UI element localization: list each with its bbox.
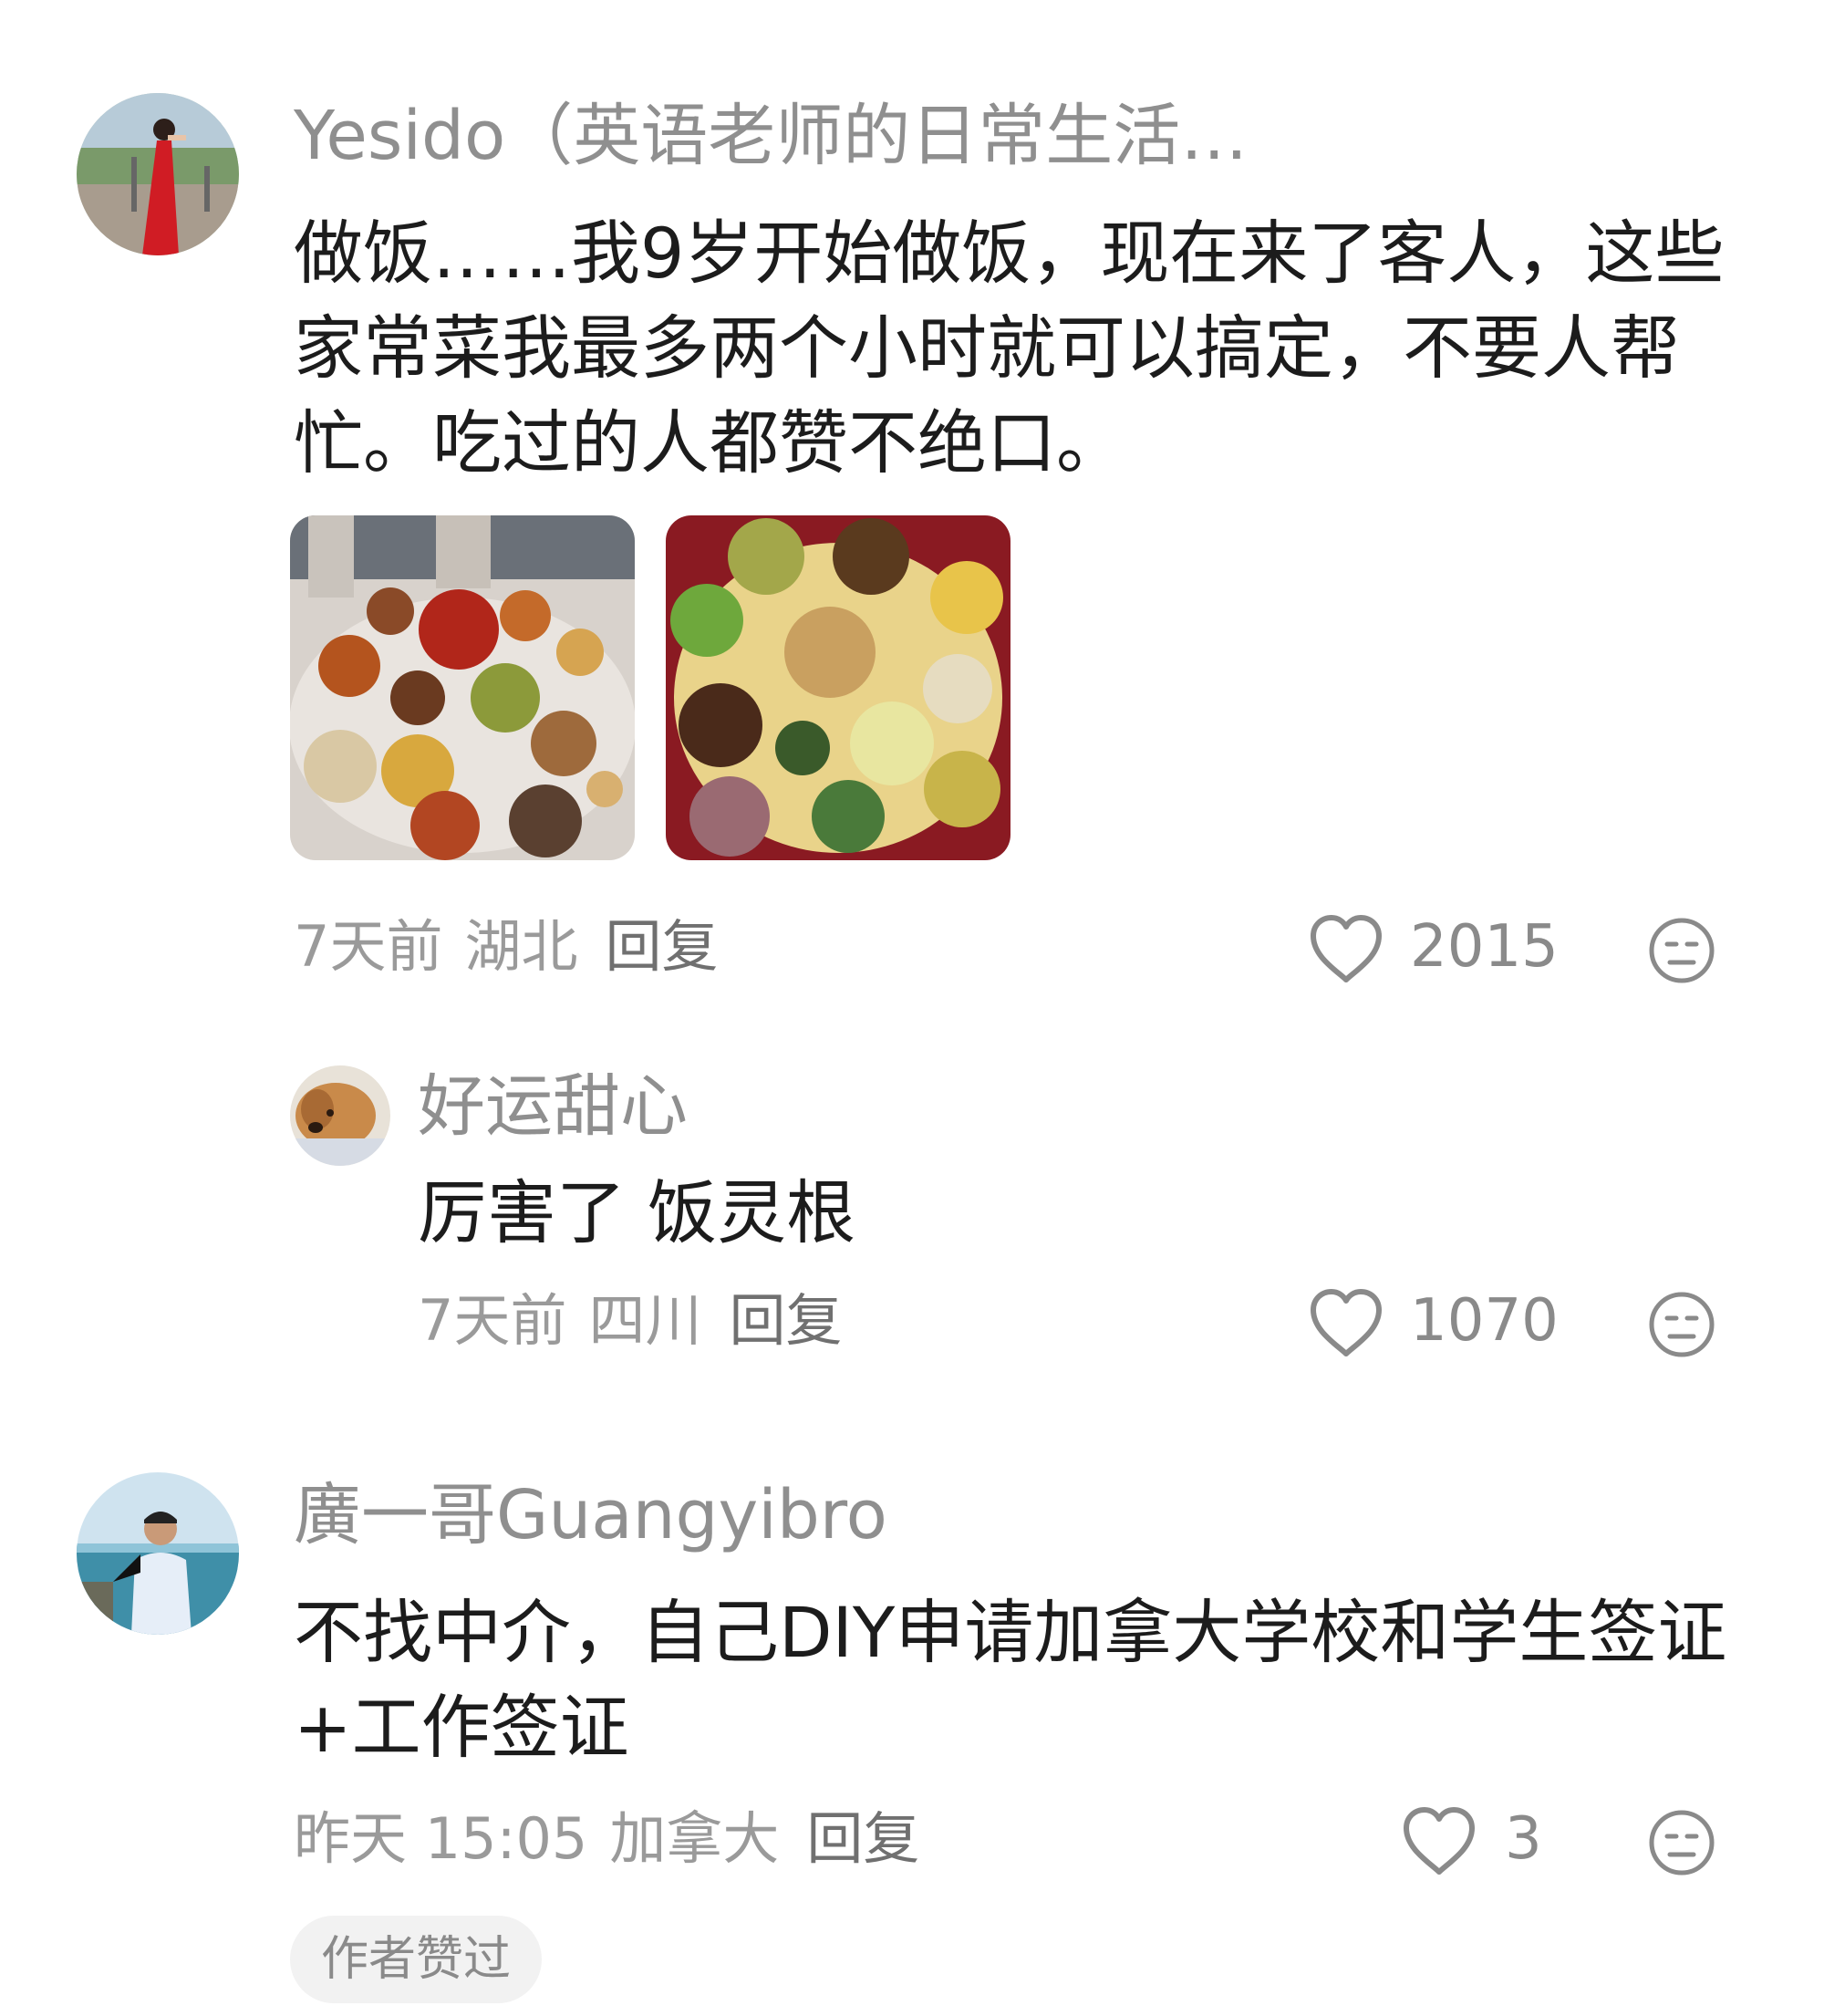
- avatar[interactable]: [77, 1472, 239, 1635]
- comment-time: 昨天 15:05: [294, 1805, 588, 1872]
- reply-meta: 7天前 四川 回复: [418, 1293, 842, 1349]
- reply-author[interactable]: 好运甜心: [418, 1073, 688, 1140]
- avatar[interactable]: [290, 1065, 390, 1166]
- reply-button[interactable]: 回复: [605, 913, 718, 980]
- comment-image-1[interactable]: [290, 515, 635, 860]
- comment-text: 做饭……我9岁开始做饭，现在来了客人，这些家常菜我最多两个小时就可以搞定，不要人…: [294, 213, 1725, 483]
- reply-button[interactable]: 回复: [806, 1805, 919, 1872]
- heart-outline-icon[interactable]: [1308, 1286, 1384, 1359]
- comment-text: 不找中介，自己DIY申请加拿大学校和学生签证+工作签证: [294, 1592, 1727, 1768]
- comment-location: 湖北: [464, 913, 578, 980]
- comment-author[interactable]: Yesido（英语老师的日常生活…: [294, 102, 1248, 170]
- heart-outline-icon[interactable]: [1401, 1804, 1477, 1877]
- comment-image-2[interactable]: [666, 515, 1010, 860]
- heart-outline-icon[interactable]: [1308, 912, 1384, 985]
- reply-location: 四川: [588, 1287, 702, 1354]
- comment-time: 7天前: [294, 913, 443, 980]
- reply-time: 7天前: [418, 1287, 567, 1354]
- comment-meta: 7天前 湖北 回复: [294, 919, 718, 975]
- reply-text: 厉害了 饭灵根: [418, 1172, 856, 1253]
- avatar[interactable]: [77, 93, 239, 255]
- meh-face-icon[interactable]: [1647, 916, 1716, 985]
- meh-face-icon[interactable]: [1647, 1290, 1716, 1359]
- meh-face-icon[interactable]: [1647, 1808, 1716, 1877]
- comment-author[interactable]: 廣一哥Guangyibro: [294, 1481, 887, 1549]
- reply-button[interactable]: 回复: [729, 1287, 842, 1354]
- comment-location: 加拿大: [609, 1805, 780, 1872]
- author-liked-badge: 作者赞过: [290, 1916, 543, 2003]
- like-count: 2015: [1410, 913, 1559, 981]
- comment-meta: 昨天 15:05 加拿大 回复: [294, 1811, 919, 1867]
- like-count: 1070: [1410, 1287, 1559, 1355]
- like-count: 3: [1505, 1805, 1542, 1873]
